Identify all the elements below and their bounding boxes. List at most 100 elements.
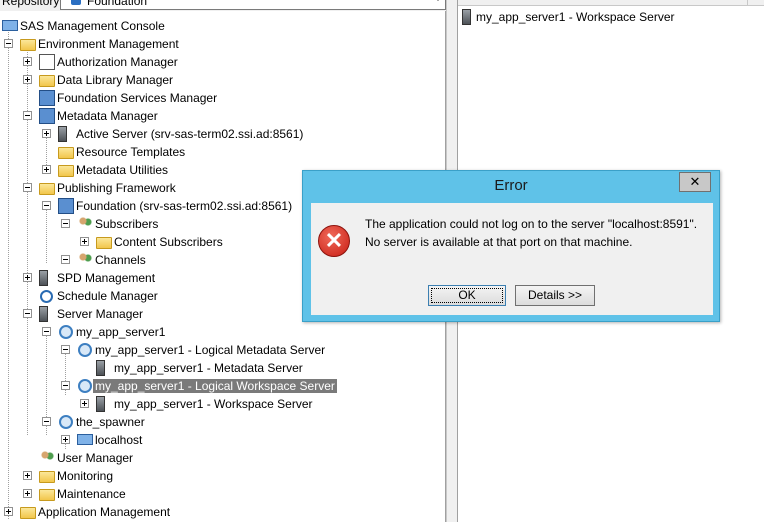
collapse-icon[interactable] [23,111,32,120]
tree-item-label: Resource Templates [76,145,186,159]
expand-icon[interactable] [61,435,70,444]
list-item-label: my_app_server1 - Workspace Server [476,10,675,24]
repository-icon [71,0,81,5]
tree-item-subscribers[interactable]: Subscribers [0,215,300,233]
tree-item-channels[interactable]: Channels [0,251,300,269]
tree-item-application-management[interactable]: Application Management [0,503,300,521]
repository-select[interactable]: Foundation [60,0,446,10]
expand-icon[interactable] [80,399,89,408]
folder-icon [39,489,55,501]
collapse-icon[interactable] [42,201,51,210]
tree-item-label: Maintenance [57,487,126,501]
tree-item-metadata-server[interactable]: my_app_server1 - Metadata Server [0,359,320,377]
expand-icon[interactable] [23,57,32,66]
tree-item-label: my_app_server1 - Logical Metadata Server [95,343,326,357]
collapse-icon[interactable] [61,219,70,228]
expand-icon[interactable] [23,471,32,480]
server-icon [39,306,48,322]
tree-item-authorization-manager[interactable]: Authorization Manager [0,53,300,71]
tree-item-label: Monitoring [57,469,114,483]
folder-icon [58,165,74,177]
details-button[interactable]: Details >> [515,285,595,306]
tree-item-foundation-services-manager[interactable]: Foundation Services Manager [0,89,300,107]
collapse-icon[interactable] [23,309,32,318]
repository-label: Repository: [2,0,63,8]
tree-item-label: Publishing Framework [57,181,176,195]
tree-item-monitoring[interactable]: Monitoring [0,467,300,485]
services-icon [39,90,55,106]
tree-item-localhost[interactable]: localhost [0,431,300,449]
tree-item-label: localhost [95,433,143,447]
tree-item-workspace-server[interactable]: my_app_server1 - Workspace Server [0,395,320,413]
tree-item-logical-metadata-server[interactable]: my_app_server1 - Logical Metadata Server [0,341,325,359]
expand-icon[interactable] [80,237,89,246]
spd-icon [39,270,48,286]
tree-item-the-spawner[interactable]: the_spawner [0,413,300,431]
tree-item-content-subscribers[interactable]: Content Subscribers [0,233,300,251]
publish-icon [39,183,55,195]
tree-item-resource-templates[interactable]: Resource Templates [0,143,300,161]
tree-item-label: Data Library Manager [57,73,174,87]
tree-item-label: Foundation Services Manager [57,91,218,105]
tree-item-logical-workspace-server[interactable]: my_app_server1 - Logical Workspace Serve… [0,377,337,395]
ok-button[interactable]: OK [428,285,506,306]
tree-item-spd-management[interactable]: SPD Management [0,269,300,287]
tree-item-label: Server Manager [57,307,144,321]
server-icon [462,9,471,25]
close-button[interactable]: ✕ [679,172,711,192]
collapse-icon[interactable] [61,255,70,264]
metadata-icon [39,108,55,124]
collapse-icon[interactable] [42,327,51,336]
tree-item-active-server[interactable]: Active Server (srv-sas-term02.ssi.ad:856… [0,125,320,143]
tree-item-label: Metadata Manager [57,109,158,123]
dialog-body: ✕ The application could not log on to th… [311,203,713,315]
tree-item-publishing-framework[interactable]: Publishing Framework [0,179,300,197]
folder-icon [20,507,36,519]
tree-item-label: Authorization Manager [57,55,178,69]
tree-item-sas-management-console[interactable]: SAS Management Console [0,17,300,35]
folder-icon [58,147,74,159]
expand-icon[interactable] [42,165,51,174]
tree-item-foundation[interactable]: Foundation (srv-sas-term02.ssi.ad:8561) [0,197,320,215]
tree-item-label: Application Management [38,505,171,519]
lock-icon [39,54,55,70]
list-header [458,0,764,6]
tree-item-label: my_app_server1 - Logical Workspace Serve… [93,379,337,393]
tree-item-schedule-manager[interactable]: Schedule Manager [0,287,300,305]
user-icon [39,450,55,466]
repository-icon [58,198,74,214]
expand-icon[interactable] [4,507,13,516]
collapse-icon[interactable] [61,345,70,354]
collapse-icon[interactable] [4,39,13,48]
tree-item-data-library-manager[interactable]: Data Library Manager [0,71,300,89]
spawner-icon [59,415,73,429]
tree-item-label: the_spawner [76,415,145,429]
tree-item-metadata-manager[interactable]: Metadata Manager [0,107,300,125]
tree-item-label: Metadata Utilities [76,163,169,177]
server-icon [96,360,105,376]
expand-icon[interactable] [23,273,32,282]
name-column-header[interactable] [458,0,748,5]
channels-icon [77,252,93,268]
gear-icon [78,379,92,393]
collapse-icon[interactable] [61,381,70,390]
expand-icon[interactable] [23,75,32,84]
tree-item-metadata-utilities[interactable]: Metadata Utilities [0,161,300,179]
collapse-icon[interactable] [42,417,51,426]
tree-item-label: my_app_server1 - Workspace Server [114,397,313,411]
tree-item-server-manager[interactable]: Server Manager [0,305,300,323]
error-message: The application could not log on to the … [365,217,698,249]
collapse-icon[interactable] [23,183,32,192]
library-icon [39,75,55,87]
expand-icon[interactable] [23,489,32,498]
tree-item-maintenance[interactable]: Maintenance [0,485,300,503]
tree-item-label: SAS Management Console [20,19,165,33]
tree-item-user-manager[interactable]: User Manager [0,449,300,467]
chevron-down-icon[interactable] [434,0,442,1]
repository-value: Foundation [87,0,148,8]
tree-item-environment-management[interactable]: Environment Management [0,35,300,53]
tree-item-label: Channels [95,253,146,267]
tree-item-my-app-server1[interactable]: my_app_server1 [0,323,300,341]
expand-icon[interactable] [42,129,51,138]
console-icon [2,20,18,31]
